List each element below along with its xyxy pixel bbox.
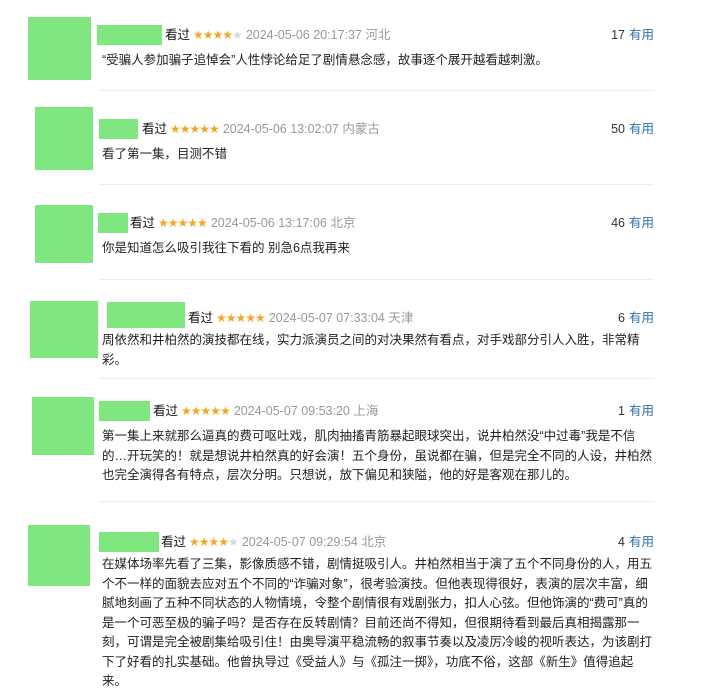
rating-stars-icon: ★★★★★ [181,404,231,418]
review-content: 你是知道怎么吸引我往下看的 别急6点我再来 [102,241,350,255]
rating-stars-icon: ★★★★★ [193,28,243,42]
vote-area: 17 有用 [611,25,654,45]
vote-count: 1 [618,404,625,418]
avatar[interactable] [28,525,90,586]
username[interactable] [97,25,162,45]
vote-area: 46 有用 [611,213,654,233]
useful-button[interactable]: 有用 [629,535,654,549]
watched-label: 看过 [142,122,168,136]
avatar[interactable] [32,397,94,455]
rating-stars-icon: ★★★★★ [189,535,239,549]
useful-button[interactable]: 有用 [629,28,654,42]
vote-area: 4 有用 [618,532,654,552]
username[interactable] [99,401,150,421]
vote-area: 50 有用 [611,119,654,139]
avatar[interactable] [28,17,91,80]
review-meta: 看过 ★★★★★ 2024-05-07 07:33:04 天津 [188,308,413,328]
vote-area: 6 有用 [618,308,654,328]
review-time: 2024-05-07 07:33:04 天津 [268,311,414,325]
useful-button[interactable]: 有用 [629,404,654,418]
divider [100,184,654,185]
divider [100,279,654,280]
useful-button[interactable]: 有用 [629,216,654,230]
review-content: 在媒体场率先看了三集，影像质感不错，剧情挺吸引人。井柏然相当于演了五个不同身份的… [102,557,653,688]
review-meta: 看过 ★★★★★ 2024-05-06 13:17:06 北京 [130,213,355,233]
review-content: 周依然和井柏然的演技都在线，实力派演员之间的对决果然有看点，对手戏部分引人入胜，… [102,333,640,367]
username[interactable] [107,302,185,328]
rating-stars-icon: ★★★★★ [216,311,266,325]
divider [100,501,654,502]
rating-stars-icon: ★★★★★ [170,122,220,136]
watched-label: 看过 [153,404,179,418]
review-time: 2024-05-07 09:53:20 上海 [233,404,379,418]
divider [100,90,654,91]
vote-count: 50 [611,122,625,136]
review-content: 看了第一集，目测不错 [102,147,228,161]
username[interactable] [99,119,138,139]
review-meta: 看过 ★★★★★ 2024-05-07 09:53:20 上海 [153,401,378,421]
review-time: 2024-05-06 13:02:07 内蒙古 [222,122,380,136]
vote-count: 4 [618,535,625,549]
review-time: 2024-05-06 13:17:06 北京 [210,216,356,230]
watched-label: 看过 [161,535,187,549]
watched-label: 看过 [165,28,191,42]
vote-count: 6 [618,311,625,325]
username[interactable] [99,532,159,552]
review-content: “受骗人参加骗子追悼会”人性悖论给足了剧情悬念感，故事逐个展开越看越刺激。 [102,53,548,67]
avatar[interactable] [35,107,93,170]
rating-stars-icon: ★★★★★ [158,216,208,230]
review-time: 2024-05-06 20:17:37 河北 [245,28,391,42]
divider [100,378,654,379]
review-meta: 看过 ★★★★★ 2024-05-06 20:17:37 河北 [165,25,390,45]
useful-button[interactable]: 有用 [629,311,654,325]
useful-button[interactable]: 有用 [629,122,654,136]
username[interactable] [98,213,128,233]
review-time: 2024-05-07 09:29:54 北京 [241,535,387,549]
avatar[interactable] [35,205,93,263]
review-content: 第一集上来就那么逼真的费可呕吐戏，肌肉抽搐青筋暴起眼球突出，说井柏然没“中过毒”… [102,429,653,482]
vote-count: 46 [611,216,625,230]
review-meta: 看过 ★★★★★ 2024-05-07 09:29:54 北京 [161,532,386,552]
watched-label: 看过 [130,216,156,230]
vote-area: 1 有用 [618,401,654,421]
watched-label: 看过 [188,311,214,325]
avatar[interactable] [30,301,98,358]
review-meta: 看过 ★★★★★ 2024-05-06 13:02:07 内蒙古 [142,119,380,139]
vote-count: 17 [611,28,625,42]
